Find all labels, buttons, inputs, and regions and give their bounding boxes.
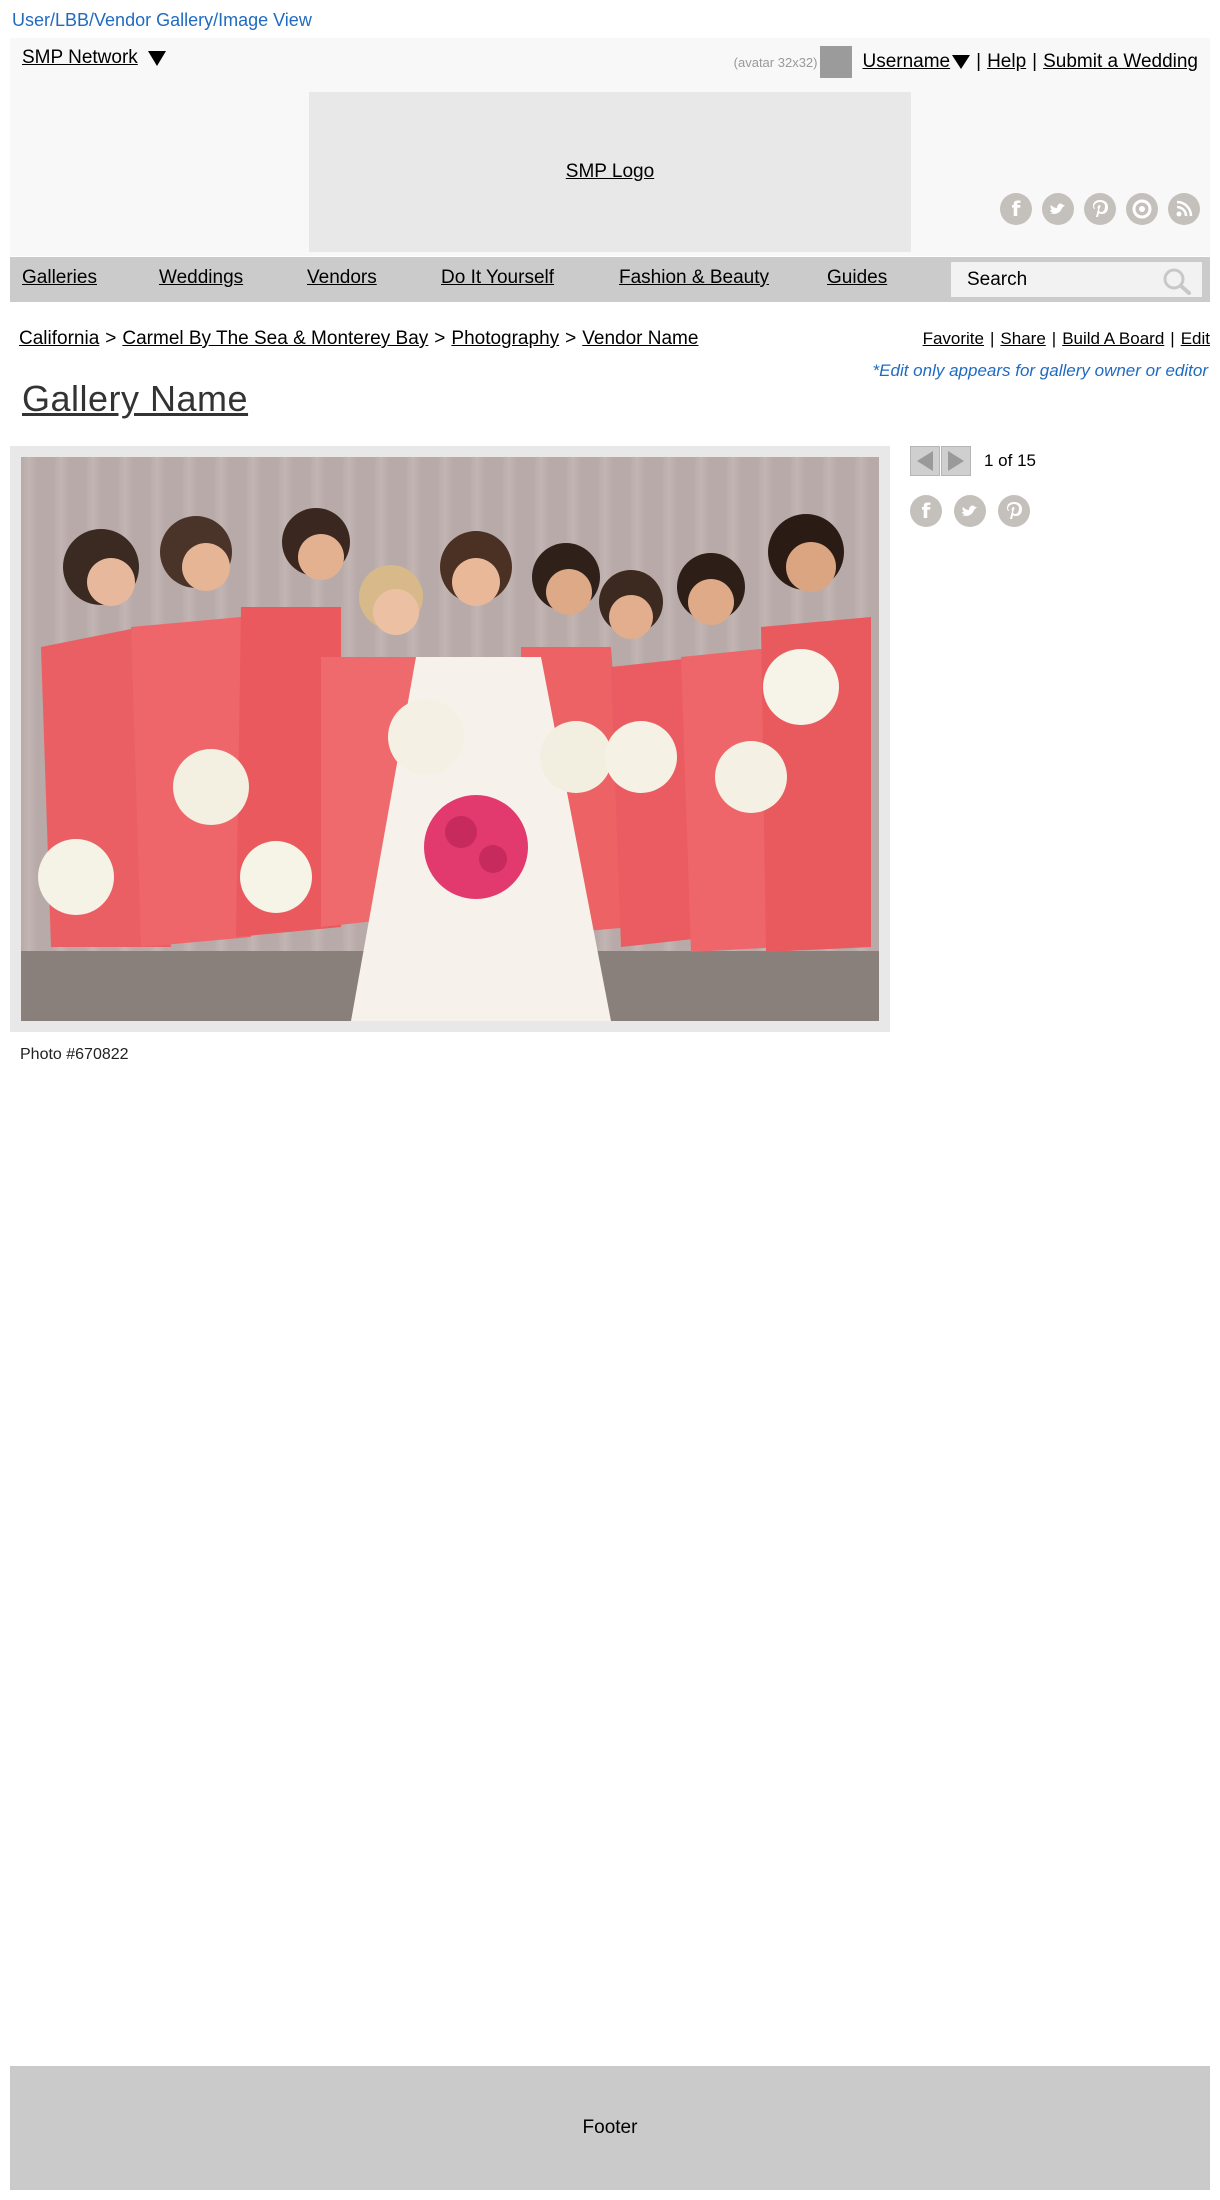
breadcrumb-category[interactable]: Photography [451,328,559,349]
user-bar: (avatar 32x32) Username | Help | Submit … [734,46,1198,78]
arrow-left-icon [917,451,933,471]
nav-item-guides[interactable]: Guides [827,267,887,289]
instagram-icon[interactable] [1126,193,1158,225]
site-footer: Footer [10,2066,1210,2190]
user-dropdown-arrow-icon[interactable] [952,55,971,69]
separator: | [1051,329,1057,348]
rss-icon[interactable] [1168,193,1200,225]
separator: | [976,51,982,72]
arrow-right-icon [948,451,964,471]
separator: | [1170,329,1175,348]
site-logo[interactable]: SMP Logo [309,92,911,252]
photo-pager: 1 of 15 [910,446,1036,476]
edit-link[interactable]: Edit [1181,329,1210,348]
nav-item-galleries[interactable]: Galleries [22,267,97,289]
logo-label[interactable]: SMP Logo [566,161,654,183]
wireframe-label: User/LBB/Vendor Gallery/Image View [12,10,312,30]
site-header: SMP Network (avatar 32x32) Username | He… [10,38,1210,256]
photo-caption: Photo #670822 [20,1046,129,1063]
search-input[interactable] [965,267,1149,292]
gallery-photo[interactable] [21,457,879,1021]
gallery-title[interactable]: Gallery Name [22,378,248,420]
avatar-label: (avatar 32x32) [733,54,818,70]
gallery-actions: Favorite | Share | Build A Board | Edit [923,329,1210,349]
username-link[interactable]: Username [862,51,950,73]
facebook-icon[interactable]: f [1000,193,1032,225]
pinterest-icon[interactable] [998,495,1030,527]
breadcrumb-region[interactable]: Carmel By The Sea & Monterey Bay [122,328,428,349]
main-nav: Galleries Weddings Vendors Do It Yoursel… [10,257,1210,302]
edit-note: *Edit only appears for gallery owner or … [872,361,1208,380]
twitter-icon[interactable] [954,495,986,527]
favorite-link[interactable]: Favorite [923,329,984,348]
help-link[interactable]: Help [987,51,1026,73]
nav-item-diy[interactable]: Do It Yourself [441,267,554,289]
separator: | [989,329,995,348]
breadcrumb-vendor[interactable]: Vendor Name [582,328,698,349]
network-menu[interactable]: SMP Network [22,47,166,69]
bridesmaids-group [38,508,871,1021]
build-board-link[interactable]: Build A Board [1062,329,1164,348]
footer-label: Footer [582,2117,638,2138]
breadcrumb: California > Carmel By The Sea & Monterey … [19,328,698,350]
next-button[interactable] [941,446,971,476]
facebook-icon[interactable]: f [910,495,942,527]
dropdown-arrow-icon[interactable] [147,50,166,66]
separator: | [1032,51,1038,72]
search-icon[interactable] [1162,267,1192,295]
avatar[interactable] [820,46,853,78]
nav-item-vendors[interactable]: Vendors [307,267,377,289]
twitter-icon[interactable] [1042,193,1074,225]
breadcrumb-separator: > [565,328,577,349]
nav-item-weddings[interactable]: Weddings [159,267,243,289]
header-social-icons: f [1000,193,1200,225]
pinterest-icon[interactable] [1084,193,1116,225]
network-link[interactable]: SMP Network [22,47,138,69]
breadcrumb-separator: > [434,328,446,349]
submit-wedding-link[interactable]: Submit a Wedding [1043,51,1198,73]
photo-share-icons: f [910,495,1030,527]
nav-item-fashion-beauty[interactable]: Fashion & Beauty [619,267,769,289]
previous-button[interactable] [910,446,940,476]
search-box [951,262,1202,297]
photo-illustration [21,508,879,1021]
page-count: 1 of 15 [984,451,1036,470]
breadcrumb-separator: > [105,328,117,349]
breadcrumb-state[interactable]: California [19,328,99,349]
photo-frame [10,446,890,1032]
share-link[interactable]: Share [1000,329,1045,348]
